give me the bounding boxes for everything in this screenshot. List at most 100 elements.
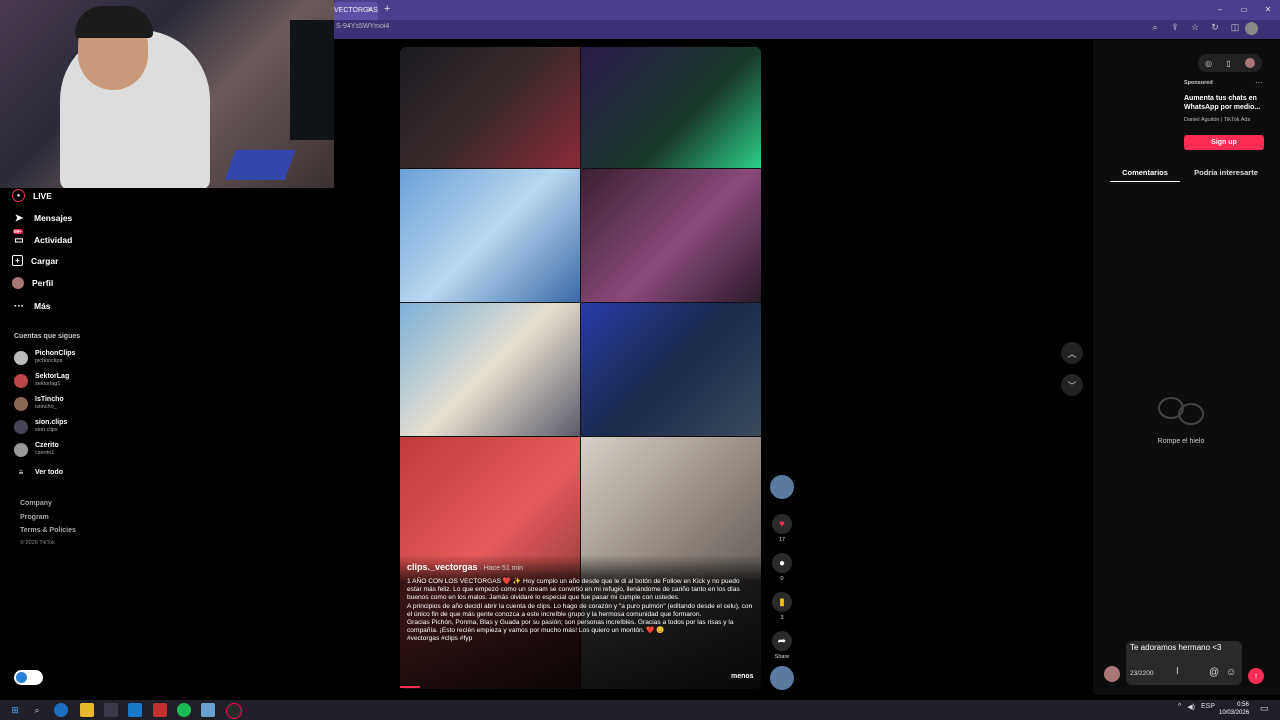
share-icon[interactable]: ⇪ [1170, 22, 1180, 33]
account-name: SektorLag [35, 373, 70, 380]
account-name: PichonClips [35, 350, 76, 357]
spotify-icon[interactable] [177, 703, 191, 717]
store-icon[interactable] [104, 703, 118, 717]
share-action[interactable]: ➦ Share [772, 631, 792, 660]
hashtags[interactable]: #vectorgas #clips #fyp [407, 635, 755, 643]
extension-icon[interactable]: ◫ [1230, 22, 1240, 33]
activity-badge: 99+ [13, 229, 23, 234]
address-bar[interactable] [334, 20, 1280, 39]
maximize-button[interactable]: ▭ [1232, 0, 1256, 20]
tab-close-icon[interactable]: × [367, 4, 372, 14]
account-handle: pichonclips [35, 358, 63, 364]
refresh-icon[interactable]: ↻ [1210, 22, 1220, 33]
nav-item-profile[interactable]: Perfil [12, 277, 53, 289]
next-video-button[interactable]: ﹀ [1061, 374, 1083, 396]
footer-link-terms[interactable]: Terms & Policies [20, 527, 76, 534]
comment-action[interactable]: ● 0 [772, 553, 792, 582]
text-cursor-icon: I [1176, 666, 1179, 677]
footer-link-program[interactable]: Program [20, 514, 49, 521]
description-paragraph: Gracias Pichón, Ponma, Blas y Guada por … [407, 619, 734, 635]
search-icon[interactable]: ⌕ [1150, 22, 1160, 33]
send-button[interactable]: ↑ [1248, 668, 1264, 684]
following-account[interactable]: Czerito czerito1 [14, 442, 59, 457]
user-avatar-icon[interactable] [1244, 58, 1255, 68]
nav-label: Cargar [31, 255, 59, 266]
new-tab-button[interactable]: + [384, 3, 390, 15]
following-account[interactable]: SektorLag sektorlag1 [14, 373, 69, 388]
comment-char-counter: 23/2200 [1130, 670, 1154, 677]
share-icon[interactable]: ➦ [772, 631, 792, 651]
nav-item-messages[interactable]: ➤ Mensajes [12, 211, 72, 225]
save-action[interactable]: ▮ 3 [772, 592, 792, 621]
chevron-up-icon[interactable]: ^ [1178, 703, 1181, 711]
clock-time[interactable]: 0:56 [1232, 702, 1254, 708]
avatar [1104, 666, 1120, 682]
tab-comments[interactable]: Comentarios [1110, 168, 1180, 177]
nav-label: Mensajes [34, 213, 73, 223]
sound-disc[interactable] [770, 666, 794, 690]
clock-date[interactable]: 10/03/2026 [1219, 710, 1249, 716]
windows-start-icon[interactable]: ⊞ [8, 703, 22, 717]
comment-count: 0 [780, 576, 784, 582]
video-progress-bar[interactable] [400, 686, 420, 688]
account-handle: sektorlag1 [35, 381, 61, 387]
creator-avatar[interactable] [770, 475, 794, 499]
mention-icon[interactable]: @ [1209, 667, 1219, 678]
language-indicator[interactable]: ESP [1201, 703, 1215, 711]
footer-link-company[interactable]: Company [20, 500, 52, 507]
video-tile [581, 47, 761, 168]
notification-icon[interactable]: ▭ [1260, 703, 1269, 714]
more-icon: ··· [14, 300, 24, 312]
avatar [14, 442, 28, 457]
copyright: © 2026 TikTok [20, 540, 55, 546]
emoji-icon[interactable]: ☺ [1226, 667, 1236, 678]
window-controls: – ▭ ✕ [1208, 0, 1280, 20]
description-paragraph: A principios de año decidí abrir la cuen… [407, 602, 753, 618]
video-author[interactable]: clips._vectorgas · Hace 51 min [407, 562, 523, 572]
folder-icon[interactable] [80, 703, 94, 717]
following-account[interactable]: PichonClips pichonclips [14, 350, 75, 365]
author-name[interactable]: clips._vectorgas [407, 562, 478, 572]
browser-profile-avatar[interactable] [1245, 22, 1258, 35]
app-icon[interactable] [153, 703, 167, 717]
compass-icon[interactable]: ◎ [1205, 59, 1212, 68]
webcam-person-cap [75, 6, 153, 38]
app-icon[interactable] [226, 703, 242, 719]
tab-might-interest[interactable]: Podría interesarte [1190, 168, 1262, 177]
nav-item-live[interactable]: ● LIVE [12, 189, 52, 202]
avatar [14, 396, 28, 411]
show-less-button[interactable]: menos [731, 673, 754, 680]
minimize-button[interactable]: – [1208, 0, 1232, 20]
account-handle: czerito1 [35, 450, 55, 456]
previous-video-button[interactable]: ︿ [1061, 342, 1083, 364]
see-all-link[interactable]: ≡ Ver todo [14, 468, 63, 477]
like-action[interactable]: ♥ 17 [772, 514, 792, 543]
comment-icon[interactable]: ● [772, 553, 792, 573]
message-icon: ➤ [14, 212, 24, 224]
video-tile [400, 303, 580, 436]
star-icon[interactable]: ☆ [1190, 22, 1200, 33]
live-icon: ● [12, 189, 25, 202]
url-text[interactable]: S-94Ys5WYmoi4 [336, 23, 389, 30]
comment-input-value[interactable]: Te adoramos hermano <3 [1130, 643, 1221, 652]
search-icon[interactable]: ⌕ [30, 703, 44, 717]
nav-item-upload[interactable]: + Cargar [12, 255, 58, 266]
ad-signup-button[interactable]: Sign up [1184, 135, 1264, 150]
ad-thumbnail[interactable] [1106, 80, 1174, 150]
speaker-icon[interactable]: ◀) [1187, 703, 1195, 711]
app-icon[interactable] [201, 703, 215, 717]
phone-icon[interactable]: ▯ [1226, 59, 1230, 68]
edge-icon[interactable] [54, 703, 68, 717]
video-tile [400, 169, 580, 302]
nav-label: Perfil [32, 278, 54, 288]
following-account[interactable]: IsTincho istincho_ [14, 396, 64, 411]
heart-icon[interactable]: ♥ [772, 514, 792, 534]
close-window-button[interactable]: ✕ [1256, 0, 1280, 20]
mail-icon[interactable] [128, 703, 142, 717]
nav-item-more[interactable]: ··· Más [12, 299, 51, 313]
bookmark-icon[interactable]: ▮ [772, 592, 792, 612]
ad-title[interactable]: Aumenta tus chats en WhatsApp por medio.… [1184, 94, 1264, 112]
nav-item-activity[interactable]: ▭ 99+ Actividad [12, 229, 72, 247]
following-account[interactable]: sion.clips sion.clips [14, 419, 67, 434]
ad-more-icon[interactable]: ··· [1255, 78, 1263, 87]
